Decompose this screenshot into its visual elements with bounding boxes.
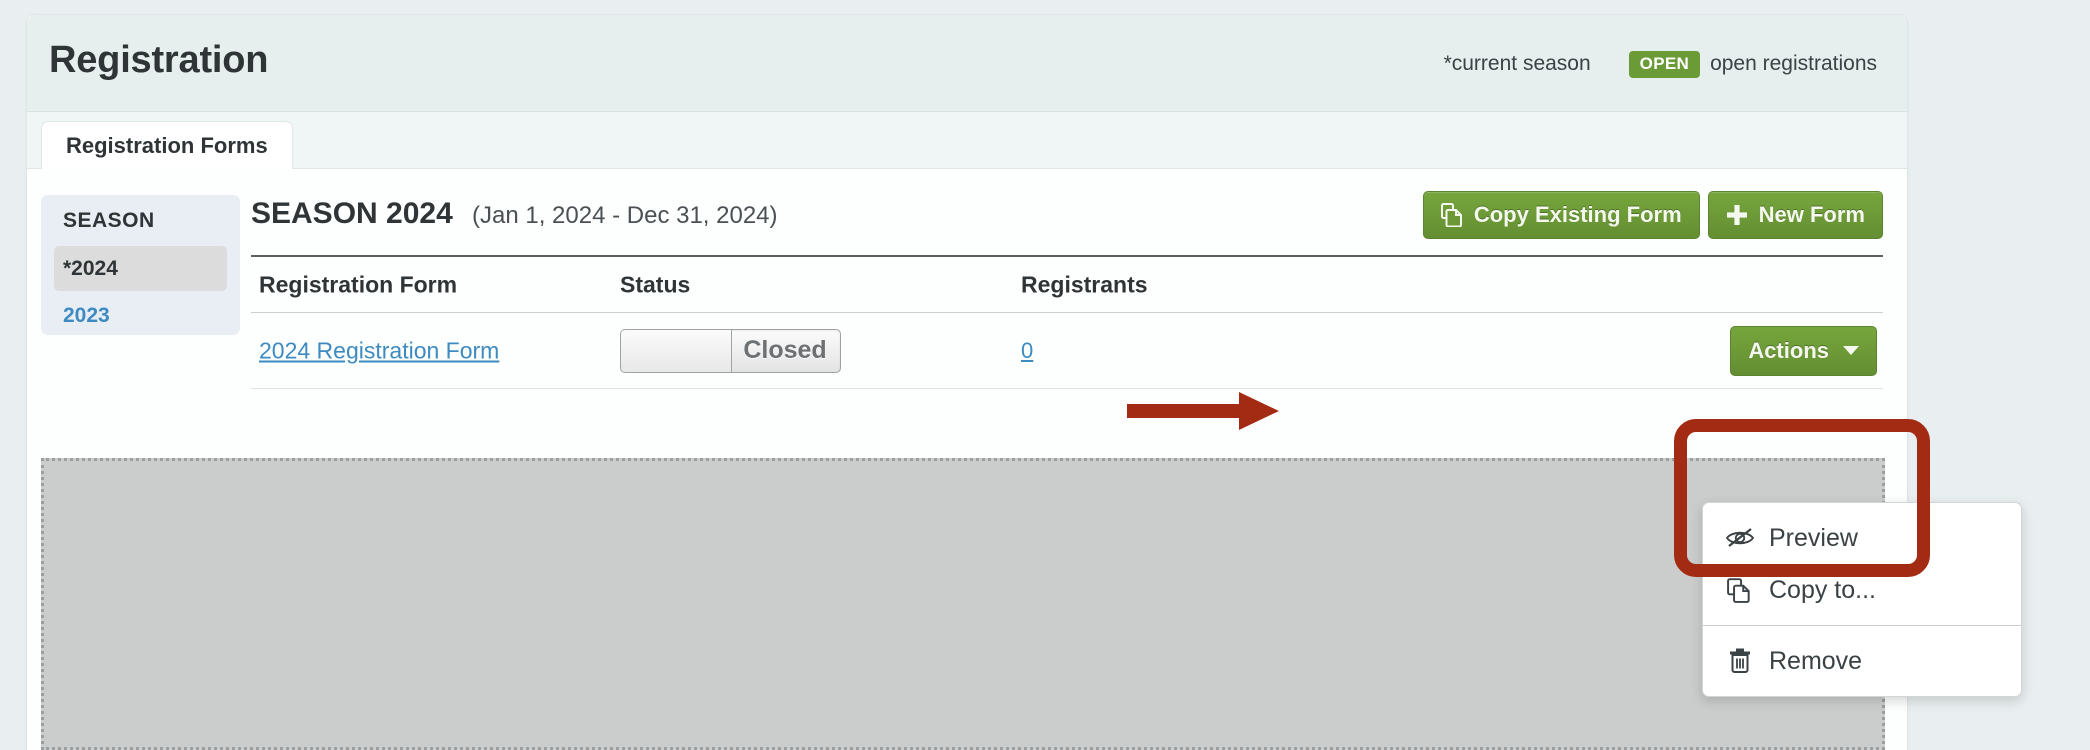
season-header-row: SEASON 2024 (Jan 1, 2024 - Dec 31, 2024) [251, 191, 1883, 253]
menu-item-label: Copy to... [1769, 575, 1876, 604]
header-legend: *current season OPEN open registrations [1444, 51, 1877, 78]
tab-label: Registration Forms [66, 133, 268, 158]
screen-root: Registration *current season OPEN open r… [0, 0, 2090, 750]
plus-icon [1726, 204, 1748, 226]
sidebar-item-label: 2023 [63, 303, 110, 327]
status-cell: Closed [620, 328, 841, 373]
menu-item-label: Preview [1769, 523, 1858, 552]
trash-icon [1725, 648, 1755, 674]
main-content: SEASON 2024 (Jan 1, 2024 - Dec 31, 2024) [251, 191, 1883, 389]
content-placeholder-block [41, 458, 1885, 750]
current-season-note: *current season [1443, 52, 1591, 76]
copy-existing-form-button[interactable]: Copy Existing Form [1422, 191, 1700, 239]
sidebar-item-2023[interactable]: 2023 [54, 293, 227, 338]
copy-icon [1440, 203, 1463, 227]
status-toggle[interactable]: Closed [620, 328, 841, 373]
season-date-range: (Jan 1, 2024 - Dec 31, 2024) [472, 202, 778, 229]
status-badge-open: OPEN [1628, 51, 1701, 78]
open-registrations-note: open registrations [1710, 52, 1877, 76]
registration-form-link-cell: 2024 Registration Form [259, 337, 499, 364]
menu-item-preview[interactable]: Preview [1703, 512, 2021, 564]
panel-header: Registration *current season OPEN open r… [27, 15, 1907, 112]
actions-button[interactable]: Actions [1730, 325, 1877, 376]
header-button-group: Copy Existing Form New Form [1422, 191, 1883, 239]
menu-item-remove[interactable]: Remove [1703, 635, 2021, 687]
button-label: New Form [1758, 202, 1865, 227]
season-group-label: SEASON [63, 209, 155, 232]
table-row: 2024 Registration Form Closed 0 Actions [251, 313, 1883, 389]
season-sidebar: SEASON *2024 2023 [41, 195, 240, 335]
button-label: Copy Existing Form [1473, 202, 1682, 227]
registration-form-link[interactable]: 2024 Registration Form [259, 337, 499, 363]
sidebar-item-label: *2024 [63, 256, 118, 280]
new-form-button[interactable]: New Form [1707, 191, 1883, 239]
menu-item-copy-to[interactable]: Copy to... [1703, 564, 2021, 616]
menu-separator [1703, 625, 2021, 626]
copy-icon [1725, 577, 1755, 603]
toggle-knob [621, 329, 732, 372]
registrants-count-link[interactable]: 0 [1021, 338, 1033, 363]
sidebar-item-2024[interactable]: *2024 [54, 246, 227, 291]
toggle-label: Closed [743, 336, 827, 364]
registrants-cell: 0 [1021, 338, 1033, 364]
tab-strip: Registration Forms [27, 112, 1907, 170]
eye-slash-icon [1725, 527, 1755, 549]
column-header-status: Status [620, 271, 691, 297]
actions-button-label: Actions [1748, 337, 1829, 363]
table-header-row: Registration Form Status Registrants [251, 257, 1883, 313]
actions-wrapper: Actions [1730, 325, 1877, 376]
menu-item-label: Remove [1769, 646, 1863, 675]
actions-cell: Actions [1730, 325, 1877, 376]
page-title: Registration [49, 39, 269, 81]
season-title: SEASON 2024 [251, 197, 453, 230]
column-header-registrants: Registrants [1021, 271, 1148, 297]
registration-forms-table: Registration Form Status Registrants 202… [251, 255, 1883, 389]
tab-registration-forms[interactable]: Registration Forms [41, 121, 293, 170]
column-header-registration-form: Registration Form [259, 271, 458, 297]
chevron-down-icon [1843, 346, 1859, 355]
actions-dropdown-menu: Preview Copy to... Remove [1702, 502, 2022, 697]
